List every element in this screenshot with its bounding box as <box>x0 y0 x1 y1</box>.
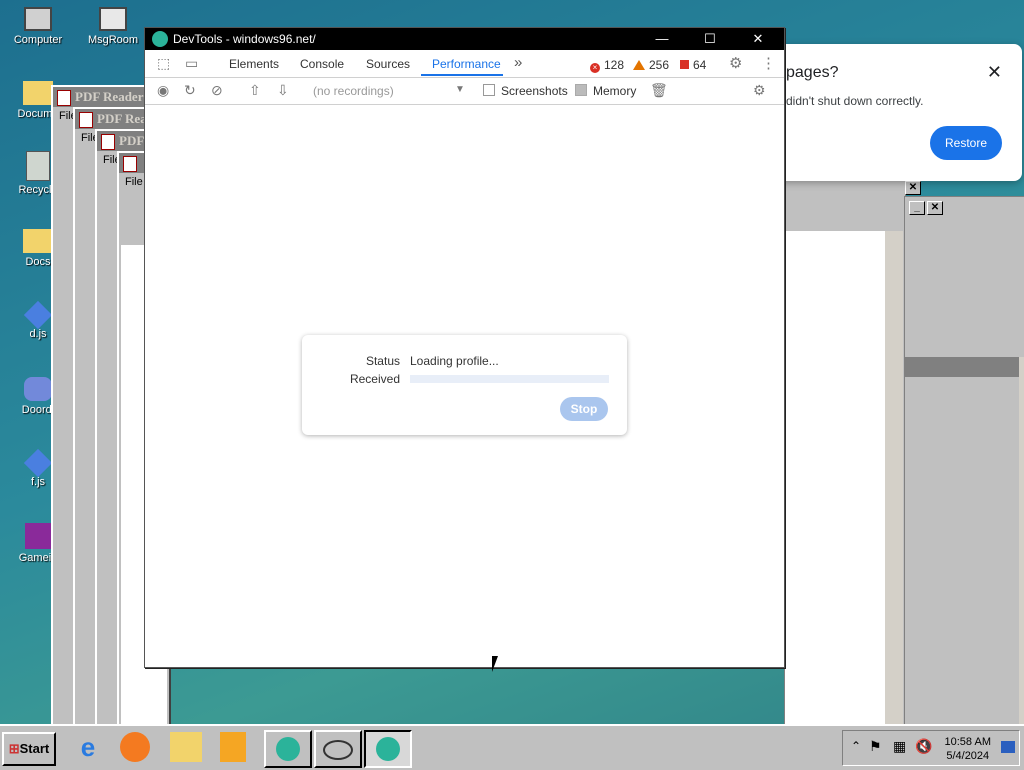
js-file-icon <box>23 300 53 330</box>
error-counter[interactable]: × 128 <box>590 58 624 73</box>
start-button[interactable]: ⊞Start <box>2 732 56 766</box>
background-window[interactable]: _ ✕ <box>904 196 1024 726</box>
performance-toolbar: ◉ ↻ ⊘ ⇧ ⇩ (no recordings) ▼ Screenshots … <box>145 78 784 105</box>
stop-button[interactable]: Stop <box>560 397 608 421</box>
show-hidden-icons-icon[interactable]: ⌃ <box>851 739 861 753</box>
devtools-tabbar: ⬚ ▭ Elements Console Sources Performance… <box>145 50 784 78</box>
taskbar-app-devtools[interactable] <box>264 730 312 768</box>
tab-console[interactable]: Console <box>300 57 344 71</box>
document-area <box>785 231 885 725</box>
taskbar: ⊞Start e ⌃ ⚑ ▦ 🔇 10:58 AM 5/4/2024 <box>0 724 1024 770</box>
eye-icon <box>323 740 353 760</box>
inspect-element-icon[interactable]: ⬚ <box>157 55 170 72</box>
flag-icon[interactable]: ⚑ <box>869 738 882 755</box>
media-player-icon[interactable] <box>220 732 246 762</box>
taskbar-app-viewer[interactable] <box>314 730 362 768</box>
scrollbar[interactable] <box>885 231 903 725</box>
checkbox-icon <box>483 84 495 96</box>
scrollbar[interactable] <box>1019 357 1024 725</box>
volume-muted-icon[interactable]: 🔇 <box>915 738 932 755</box>
close-icon[interactable]: ✕ <box>987 62 1002 83</box>
minimize-button[interactable]: — <box>639 28 685 50</box>
upload-icon[interactable]: ⇧ <box>249 82 261 99</box>
app-logo-icon <box>276 737 300 761</box>
toolbar <box>785 199 905 229</box>
clock-time: 10:58 AM <box>944 736 991 748</box>
tab-sources[interactable]: Sources <box>366 57 410 71</box>
desktop-icon-computer[interactable]: Computer <box>3 3 73 46</box>
device-toolbar-icon[interactable]: ▭ <box>185 55 198 72</box>
reload-record-icon[interactable]: ↻ <box>184 82 196 99</box>
loading-profile-dialog: Status Loading profile... Received Stop <box>302 335 627 435</box>
record-icon[interactable]: ◉ <box>157 82 169 99</box>
active-tab-indicator <box>421 74 503 76</box>
close-button[interactable]: ✕ <box>927 201 943 215</box>
status-strip <box>905 357 1024 377</box>
warning-icon <box>633 60 645 70</box>
devtools-titlebar[interactable]: DevTools - windows96.net/ — ☐ ✕ <box>145 28 784 50</box>
app-logo-icon <box>152 31 168 47</box>
app-logo-icon <box>376 737 400 761</box>
discord-icon <box>24 377 52 401</box>
network-icon[interactable]: ▦ <box>893 738 906 755</box>
screenshots-checkbox[interactable]: Screenshots <box>483 84 568 98</box>
windows-logo-icon: ⊞ <box>8 741 20 756</box>
system-tray: ⌃ ⚑ ▦ 🔇 10:58 AM 5/4/2024 <box>842 730 1020 766</box>
js-file-icon <box>23 448 53 478</box>
window-title: DevTools - windows96.net/ <box>173 32 316 46</box>
received-progress-bar <box>410 375 609 383</box>
recordings-select[interactable]: (no recordings) <box>313 84 394 98</box>
error-icon: × <box>590 63 600 73</box>
received-label: Received <box>349 372 400 386</box>
msgroom-icon <box>99 7 127 31</box>
game-icon <box>25 523 51 549</box>
restore-message: didn't shut down correctly. <box>786 94 924 108</box>
tab-performance[interactable]: Performance <box>432 57 501 71</box>
computer-icon <box>24 7 52 31</box>
show-desktop-icon[interactable] <box>1001 741 1015 753</box>
devtools-window[interactable]: DevTools - windows96.net/ — ☐ ✕ ⬚ ▭ Elem… <box>144 27 785 668</box>
background-window[interactable]: ✕ <box>784 180 921 726</box>
tab-elements[interactable]: Elements <box>229 57 279 71</box>
minimize-button[interactable]: _ <box>909 201 925 215</box>
clock-date: 5/4/2024 <box>946 750 990 762</box>
download-icon[interactable]: ⇩ <box>277 82 289 99</box>
capture-settings-gear-icon[interactable]: ⚙ <box>753 82 766 99</box>
clear-icon[interactable]: ⊘ <box>211 82 223 99</box>
restore-pages-bubble: pages? didn't shut down correctly. ✕ Res… <box>770 44 1022 181</box>
desktop-icon-msgroom[interactable]: MsgRoom <box>78 3 148 46</box>
issues-counter[interactable]: 64 <box>680 58 706 72</box>
more-options-icon[interactable]: ⋮ <box>761 54 776 72</box>
checkbox-checked-icon <box>575 84 587 96</box>
status-value: Loading profile... <box>410 354 499 368</box>
trash-icon[interactable]: 🗑 <box>650 82 668 99</box>
taskbar-app-devtools-active[interactable] <box>364 730 412 768</box>
status-label: Status <box>365 354 400 368</box>
chevron-down-icon[interactable]: ▼ <box>455 84 465 95</box>
folder-icon <box>23 229 53 253</box>
restore-button[interactable]: Restore <box>930 126 1002 160</box>
memory-checkbox[interactable]: Memory <box>575 84 636 98</box>
folder-icon <box>23 81 53 105</box>
more-tabs-button[interactable]: » <box>514 54 522 71</box>
recycle-bin-icon <box>26 151 50 181</box>
settings-gear-icon[interactable]: ⚙ <box>729 54 742 72</box>
restore-title: pages? <box>786 64 839 81</box>
file-explorer-icon[interactable] <box>170 732 202 762</box>
close-button[interactable]: ✕ <box>905 181 921 195</box>
close-button[interactable]: ✕ <box>735 28 781 50</box>
clock[interactable]: 10:58 AM 5/4/2024 <box>945 735 991 763</box>
mouse-cursor-icon <box>492 656 498 672</box>
maximize-button[interactable]: ☐ <box>687 28 733 50</box>
firefox-icon[interactable] <box>120 732 150 762</box>
issues-icon <box>680 60 689 69</box>
warning-counter[interactable]: 256 <box>633 58 669 72</box>
internet-explorer-icon[interactable]: e <box>72 732 104 762</box>
